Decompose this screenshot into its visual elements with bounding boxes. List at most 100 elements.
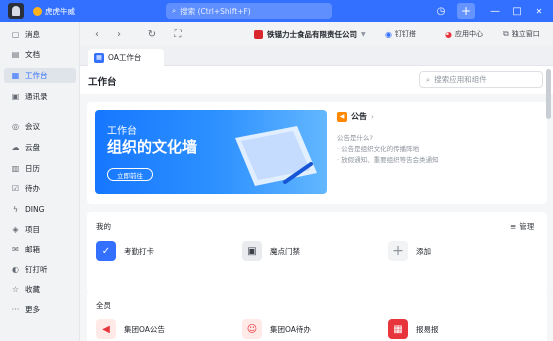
all-staff-card: 全员 ◀ 集团OA公告 ☺ 集团OA待办 ▦ 报易报 [87,292,547,341]
notice-line: 公告是什么? [337,134,373,142]
app-label: 报易报 [416,324,439,334]
announcement-icon: ◀ [96,319,116,339]
forward-icon[interactable]: › [113,27,125,41]
banner-subtitle: 组织的文化墙 [107,138,198,156]
sidebar-item-todo[interactable]: ☑ 待办 [4,181,76,196]
manage-button[interactable]: ≡ 管理 [510,221,534,232]
sidebar-item-label: 待办 [25,184,40,193]
calendar-icon: ▥ [11,164,20,173]
company-switcher[interactable]: 铁锚力士食品有限责任公司 ▼ [254,27,366,41]
sidebar-item-label: DING [25,205,45,214]
ding-build-icon: ◉ [385,29,392,39]
tablet-illustration-icon [235,126,317,186]
sidebar-item-calendar[interactable]: ▥ 日历 [4,161,76,176]
attendance-icon: ✓ [96,241,116,261]
sidebar-item-ding-listen[interactable]: ◐ 钉打听 [4,262,76,277]
notice-header[interactable]: ◀ 公告 › [337,111,374,122]
content-header: 工作台 ⌕ 搜索应用和组件 [80,66,553,94]
search-icon: ⌕ [426,74,431,84]
notice-line: · 公告是组织文化的传播阵地 [337,145,420,153]
refresh-icon[interactable]: ↻ [146,27,158,41]
app-label: 集团OA待办 [270,324,311,334]
chevron-down-icon: ▼ [361,30,366,38]
store-badge[interactable]: 虎虎牛威 [33,4,75,18]
maximize-button[interactable]: □ [510,3,524,19]
app-group-oa-announcement[interactable]: ◀ 集团OA公告 [96,318,165,340]
app-label: 魔点门禁 [270,246,300,256]
minimize-button[interactable]: — [488,3,502,19]
sidebar-item-label: 邮箱 [25,245,40,254]
app-search-placeholder: 搜索应用和组件 [434,75,487,84]
megaphone-icon: ◀ [337,111,347,122]
ding-build-label: 钉钉搭 [394,30,416,38]
all-staff-label: 全员 [96,301,111,310]
window-icon: ⧉ [503,29,509,38]
app-attendance[interactable]: ✓ 考勤打卡 [96,240,154,262]
chevron-right-icon: › [371,112,374,121]
back-icon[interactable]: ‹ [91,27,103,41]
tab-strip: ▦ OA工作台 [80,46,553,66]
sidebar-item-label: 消息 [25,30,40,39]
plus-icon[interactable]: + [457,3,475,19]
go-now-button[interactable]: 立即前往 [107,168,153,181]
sidebar-item-favorites[interactable]: ☆ 收藏 [4,282,76,297]
sidebar-item-contacts[interactable]: ▣ 通讯录 [4,89,76,104]
banner-title: 工作台 [107,126,137,137]
app-group-oa-todo[interactable]: ☺ 集团OA待办 [242,318,311,340]
search-icon: ⌕ [172,6,177,15]
manage-label: 管理 [519,222,535,231]
sidebar-item-cloud[interactable]: ☁ 云盘 [4,140,76,155]
store-label: 虎虎牛威 [45,6,75,16]
ding-build-link[interactable]: ◉ 钉钉搭 [385,27,416,41]
star-icon: ☆ [11,285,20,294]
sidebar-item-label: 项目 [25,225,40,234]
app-report[interactable]: ▦ 报易报 [388,318,439,340]
company-logo-icon [254,29,263,39]
vertical-scrollbar[interactable] [546,66,551,341]
company-name: 铁锚力士食品有限责任公司 [267,29,357,39]
close-button[interactable]: ✕ [532,3,546,19]
independent-window-link[interactable]: ⧉ 独立窗口 [503,27,540,41]
my-apps-label: 我的 [96,222,111,231]
app-door-access[interactable]: ▣ 魔点门禁 [242,240,300,262]
sidebar-item-documents[interactable]: ▤ 文档 [4,47,76,62]
sidebar-item-label: 更多 [25,305,40,314]
sidebar-item-project[interactable]: ◈ 项目 [4,222,76,237]
ding-listen-icon: ◐ [12,265,19,274]
scrollbar-thumb[interactable] [546,69,551,119]
app-search-input[interactable]: ⌕ 搜索应用和组件 [419,71,543,88]
sidebar-item-label: 文档 [25,50,40,59]
sidebar-item-more[interactable]: ··· 更多 [4,302,76,317]
banner-card: 工作台 组织的文化墙 立即前往 ◀ 公告 › 公告是什么? · 公告是组织文化的… [87,102,547,204]
culture-banner[interactable]: 工作台 组织的文化墙 立即前往 [95,110,327,194]
tab-oa-workbench[interactable]: ▦ OA工作台 [88,49,164,66]
window-label: 独立窗口 [511,30,540,38]
sidebar-item-label: 收藏 [25,285,40,294]
sidebar-item-label: 云盘 [25,143,40,152]
sidebar-item-messages[interactable]: ▢ 消息 [4,27,76,42]
global-search-input[interactable]: ⌕ 搜索 (Ctrl+Shift+F) [166,3,332,19]
sidebar-item-workbench[interactable]: ▦ 工作台 [4,68,76,83]
meeting-icon: ◎ [12,122,19,131]
fullscreen-icon[interactable]: ⛶ [172,27,184,41]
workbench-content: 工作台 ⌕ 搜索应用和组件 工作台 组织的文化墙 立即前往 ◀ 公告 › 公告是… [80,66,553,341]
sidebar: ▢ 消息 ▤ 文档 ▦ 工作台 ▣ 通讯录 ◎ 会议 ☁ 云盘 ▥ 日历 ☑ 待… [0,22,80,341]
report-icon: ▦ [388,319,408,339]
message-icon: ▢ [11,30,20,39]
app-center-link[interactable]: ◕ 应用中心 [445,27,483,41]
app-center-icon: ◕ [445,29,452,39]
document-icon: ▤ [11,50,20,59]
sidebar-item-ding[interactable]: ϟ DING [4,202,76,217]
sidebar-item-label: 钉打听 [25,265,48,274]
sidebar-item-meeting[interactable]: ◎ 会议 [4,119,76,134]
sidebar-item-mail[interactable]: ✉ 邮箱 [4,242,76,257]
title-bar: 虎虎牛威 ⌕ 搜索 (Ctrl+Shift+F) ◷ + — □ ✕ [0,0,553,22]
avatar[interactable] [8,3,24,19]
sidebar-item-label: 工作台 [25,71,48,80]
ding-icon: ϟ [12,205,19,214]
contacts-icon: ▣ [11,92,20,101]
tab-label: OA工作台 [108,53,142,62]
door-access-icon: ▣ [242,241,262,261]
history-icon[interactable]: ◷ [433,3,449,19]
app-add[interactable]: + 添加 [388,240,431,262]
